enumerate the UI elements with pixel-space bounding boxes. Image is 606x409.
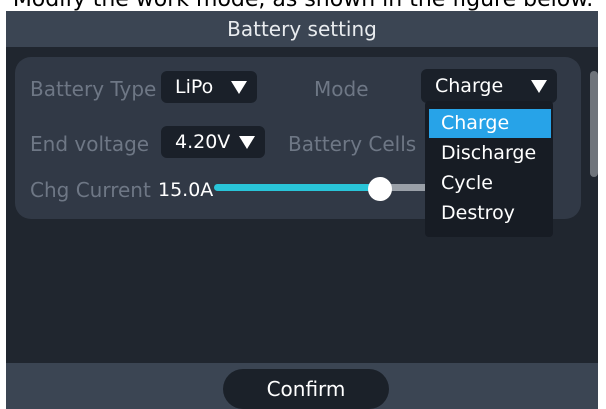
title-bar: Battery setting [6,11,598,47]
mode-label: Mode [314,77,369,101]
mode-menu: Charge Discharge Cycle Destroy [425,101,553,237]
chg-current-value: 15.0A [158,179,214,201]
chevron-down-icon [531,79,547,93]
scrollbar[interactable] [590,71,598,177]
slider-handle[interactable] [368,177,392,201]
battery-type-dropdown[interactable]: LiPo [161,71,257,103]
mode-value: Charge [435,75,504,97]
chevron-down-icon [239,135,255,149]
mode-dropdown[interactable]: Charge [421,69,557,103]
end-voltage-dropdown[interactable]: 4.20V [161,126,265,158]
battery-cells-label: Battery Cells [288,132,417,156]
confirm-label: Confirm [266,377,346,401]
menu-item-cycle[interactable]: Cycle [429,169,551,198]
menu-item-destroy[interactable]: Destroy [429,199,551,228]
device-screen: Battery setting Battery Type LiPo Mode C… [6,11,598,409]
chevron-down-icon [231,80,247,94]
end-voltage-value: 4.20V [175,131,231,153]
chg-current-label: Chg Current [30,178,151,202]
battery-type-label: Battery Type [30,77,157,101]
slider-fill [214,184,380,191]
menu-item-discharge[interactable]: Discharge [429,139,551,168]
menu-item-charge[interactable]: Charge [429,109,551,138]
confirm-button[interactable]: Confirm [223,369,389,409]
battery-type-value: LiPo [175,76,214,98]
page-title: Battery setting [227,17,377,41]
end-voltage-label: End voltage [30,132,150,156]
